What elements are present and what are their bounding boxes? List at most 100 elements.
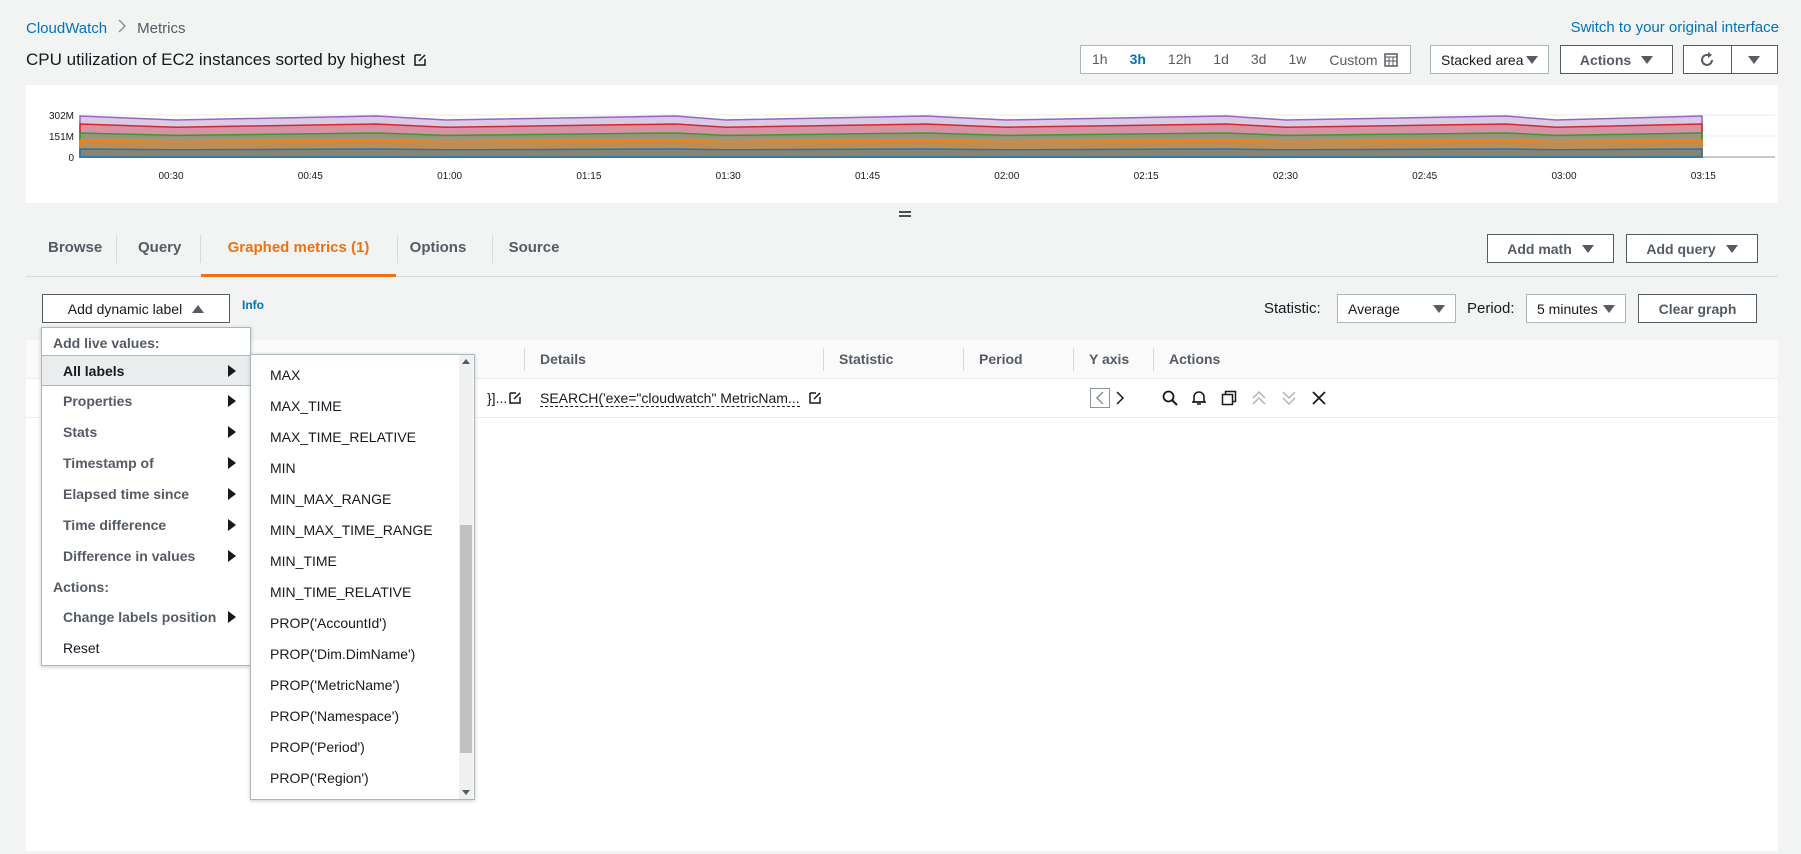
y-tick-label: 302M: [49, 111, 74, 122]
submenu-item-prop-dim-dimname[interactable]: PROP('Dim.DimName'): [270, 639, 415, 670]
caret-right-icon: [228, 488, 236, 500]
menu-item-stats[interactable]: Stats: [42, 417, 250, 448]
refresh-icon[interactable]: [1684, 46, 1732, 73]
scroll-down-icon[interactable]: [462, 790, 470, 796]
submenu-item-min-max-time-range[interactable]: MIN_MAX_TIME_RANGE: [270, 515, 433, 546]
breadcrumb: CloudWatch Metrics: [26, 19, 186, 37]
x-tick-label: 00:30: [158, 171, 183, 182]
x-tick-label: 02:30: [1273, 171, 1298, 182]
move-up-icon[interactable]: [1251, 390, 1267, 406]
submenu-item-max-time-relative[interactable]: MAX_TIME_RELATIVE: [270, 422, 416, 453]
duplicate-icon[interactable]: [1221, 390, 1237, 406]
menu-item-elapsed-time-since[interactable]: Elapsed time since: [42, 479, 250, 510]
tab-options[interactable]: Options: [393, 227, 483, 277]
row-details[interactable]: SEARCH('exe="cloudwatch" MetricNam...: [540, 390, 800, 407]
period-value: 5 minutes: [1537, 300, 1598, 317]
stacked-area-chart: 302M 151M 0 00:30 00:45 01:00 01:15 01:30 01:45…: [49, 111, 1775, 182]
x-tick-label: 01:30: [716, 171, 741, 182]
x-tick-label: 00:45: [298, 171, 323, 182]
period-select[interactable]: 5 minutes: [1526, 294, 1626, 323]
tab-graphed-metrics[interactable]: Graphed metrics (1): [201, 227, 396, 277]
edit-details-icon[interactable]: [808, 391, 822, 405]
submenu-item-max-time[interactable]: MAX_TIME: [270, 391, 342, 422]
time-range-1d[interactable]: 1d: [1202, 46, 1240, 73]
menu-item-timestamp-of[interactable]: Timestamp of: [42, 448, 250, 479]
submenu-item-min-max-range[interactable]: MIN_MAX_RANGE: [270, 484, 391, 515]
submenu-item-prop-region[interactable]: PROP('Region'): [270, 763, 369, 794]
caret-down-icon: [1581, 244, 1594, 253]
col-period[interactable]: Period: [979, 340, 1023, 379]
close-icon[interactable]: [1311, 390, 1327, 406]
page-title: CPU utilization of EC2 instances sorted …: [26, 50, 427, 70]
tab-source[interactable]: Source: [487, 227, 581, 277]
search-icon[interactable]: [1162, 390, 1178, 406]
edit-label-icon[interactable]: [508, 391, 522, 405]
calendar-icon: [1383, 52, 1398, 67]
x-tick-label: 02:00: [994, 171, 1019, 182]
submenu-item-prop-accountid[interactable]: PROP('AccountId'): [270, 608, 387, 639]
caret-down-icon: [1725, 244, 1738, 253]
menu-item-all-labels[interactable]: All labels: [42, 355, 250, 386]
col-actions[interactable]: Actions: [1169, 340, 1220, 379]
menu-item-label: Time difference: [63, 517, 167, 533]
tab-browse[interactable]: Browse: [48, 227, 102, 277]
menu-item-label: Stats: [63, 424, 98, 440]
alarm-bell-icon[interactable]: [1191, 390, 1207, 406]
y-axis-right-icon[interactable]: [1115, 391, 1125, 405]
chart-type-select[interactable]: Stacked area: [1430, 45, 1549, 74]
time-range-1w[interactable]: 1w: [1277, 46, 1317, 73]
col-y-axis[interactable]: Y axis: [1089, 340, 1129, 379]
time-range-3d[interactable]: 3d: [1240, 46, 1278, 73]
actions-button[interactable]: Actions: [1560, 45, 1673, 74]
switch-interface-link[interactable]: Switch to your original interface: [1571, 19, 1779, 36]
submenu-item-max[interactable]: MAX: [270, 360, 300, 391]
submenu-item-min[interactable]: MIN: [270, 453, 296, 484]
menu-item-difference-in-values[interactable]: Difference in values: [42, 541, 250, 572]
add-math-label: Add math: [1507, 240, 1572, 257]
time-range-custom[interactable]: Custom: [1317, 46, 1409, 73]
move-down-icon[interactable]: [1281, 390, 1297, 406]
time-range-1h[interactable]: 1h: [1081, 46, 1119, 73]
caret-down-icon: [1748, 55, 1761, 64]
page-title-text: CPU utilization of EC2 instances sorted …: [26, 50, 405, 69]
caret-right-icon: [228, 611, 236, 623]
menu-item-label: All labels: [63, 363, 125, 379]
x-tick-label: 01:00: [437, 171, 462, 182]
add-dynamic-label-text: Add dynamic label: [67, 300, 183, 317]
submenu-item-prop-metricname[interactable]: PROP('MetricName'): [270, 670, 400, 701]
tab-query[interactable]: Query: [138, 227, 181, 277]
y-axis-left-icon[interactable]: [1090, 388, 1110, 408]
actions-label: Actions: [1579, 51, 1632, 68]
menu-item-properties[interactable]: Properties: [42, 386, 250, 417]
submenu-item-min-time-relative[interactable]: MIN_TIME_RELATIVE: [270, 577, 411, 608]
submenu-scrollbar-thumb[interactable]: [460, 525, 472, 753]
statistic-select[interactable]: Average: [1337, 294, 1456, 323]
time-range-3h[interactable]: 3h: [1119, 46, 1157, 73]
time-range-12h[interactable]: 12h: [1157, 46, 1202, 73]
caret-right-icon: [228, 395, 236, 407]
resize-handle[interactable]: [898, 206, 912, 217]
clear-graph-button[interactable]: Clear graph: [1638, 294, 1757, 323]
info-link[interactable]: Info: [242, 298, 264, 312]
submenu-item-prop-namespace[interactable]: PROP('Namespace'): [270, 701, 399, 732]
menu-header-actions: Actions:: [53, 579, 109, 595]
breadcrumb-cloudwatch[interactable]: CloudWatch: [26, 20, 107, 37]
edit-icon[interactable]: [413, 53, 427, 67]
menu-item-change-labels-position[interactable]: Change labels position: [42, 602, 250, 633]
add-math-button[interactable]: Add math: [1487, 234, 1614, 263]
chart-type-value: Stacked area: [1441, 51, 1524, 68]
add-dynamic-label-button[interactable]: Add dynamic label: [42, 294, 230, 323]
scroll-up-icon[interactable]: [462, 358, 470, 364]
menu-item-reset[interactable]: Reset: [42, 633, 250, 664]
menu-item-time-difference[interactable]: Time difference: [42, 510, 250, 541]
col-details[interactable]: Details: [540, 340, 586, 379]
caret-down-icon: [1526, 55, 1538, 64]
add-query-button[interactable]: Add query: [1626, 234, 1758, 263]
refresh-options-dropdown[interactable]: [1732, 55, 1778, 64]
caret-right-icon: [228, 426, 236, 438]
col-statistic[interactable]: Statistic: [839, 340, 893, 379]
breadcrumb-metrics: Metrics: [137, 19, 186, 37]
submenu-item-min-time[interactable]: MIN_TIME: [270, 546, 337, 577]
menu-item-label: Elapsed time since: [63, 486, 190, 502]
submenu-item-prop-period[interactable]: PROP('Period'): [270, 732, 365, 763]
